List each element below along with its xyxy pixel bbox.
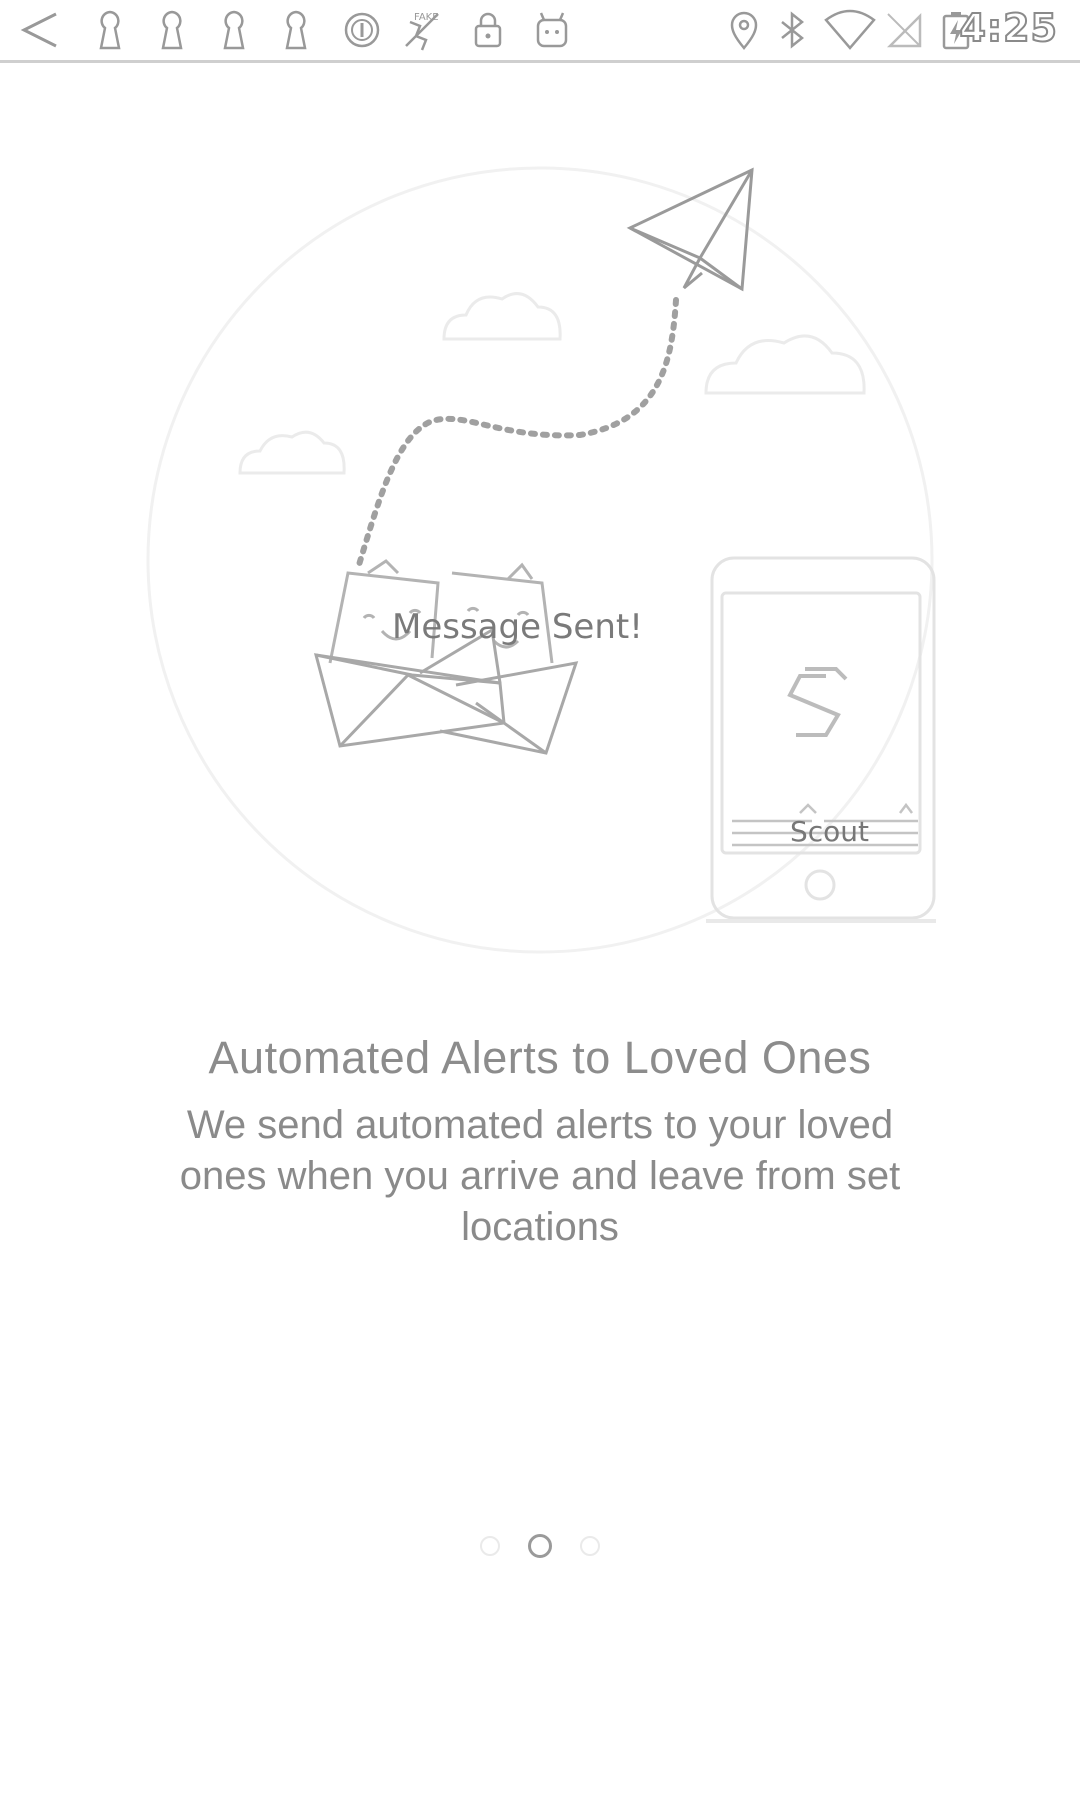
fake-gps-icon: FAKE [400, 8, 444, 52]
scout-logo-icon [787, 667, 848, 737]
envelope-icon [313, 627, 579, 755]
message-sent-label: Message Sent! [392, 607, 643, 647]
keyhole-icon [274, 8, 318, 52]
keyhole-icon [88, 8, 132, 52]
location-pin-icon [722, 8, 766, 52]
keyhole-icon [212, 8, 256, 52]
svg-text:FAKE: FAKE [414, 12, 439, 23]
onboarding-illustration: Message Sent! Scout [0, 63, 1080, 1023]
phone-illustration [706, 556, 936, 923]
android-robot-icon [530, 8, 574, 52]
page-indicator [0, 1534, 1080, 1566]
phone-app-name: Scout [790, 815, 870, 848]
circle-one-icon [340, 8, 384, 52]
onboarding-description: We send automated alerts to your loved o… [179, 1103, 901, 1249]
cloud-icon [238, 292, 866, 475]
bluetooth-icon [770, 8, 814, 52]
wifi-icon [822, 8, 878, 52]
page-dot-active[interactable] [528, 1534, 552, 1558]
status-time: 4:25 [958, 5, 1058, 51]
paper-plane-icon [626, 167, 754, 292]
back-arrow-icon[interactable] [18, 8, 62, 52]
page-dot[interactable] [580, 1536, 600, 1556]
page-dot[interactable] [480, 1536, 500, 1556]
onboarding-title: Automated Alerts to Loved Ones [208, 1032, 872, 1083]
lock-icon [466, 8, 510, 52]
no-signal-icon [882, 8, 926, 52]
status-bar: FAKE 4:25 [0, 0, 1080, 63]
keyhole-icon [150, 8, 194, 52]
